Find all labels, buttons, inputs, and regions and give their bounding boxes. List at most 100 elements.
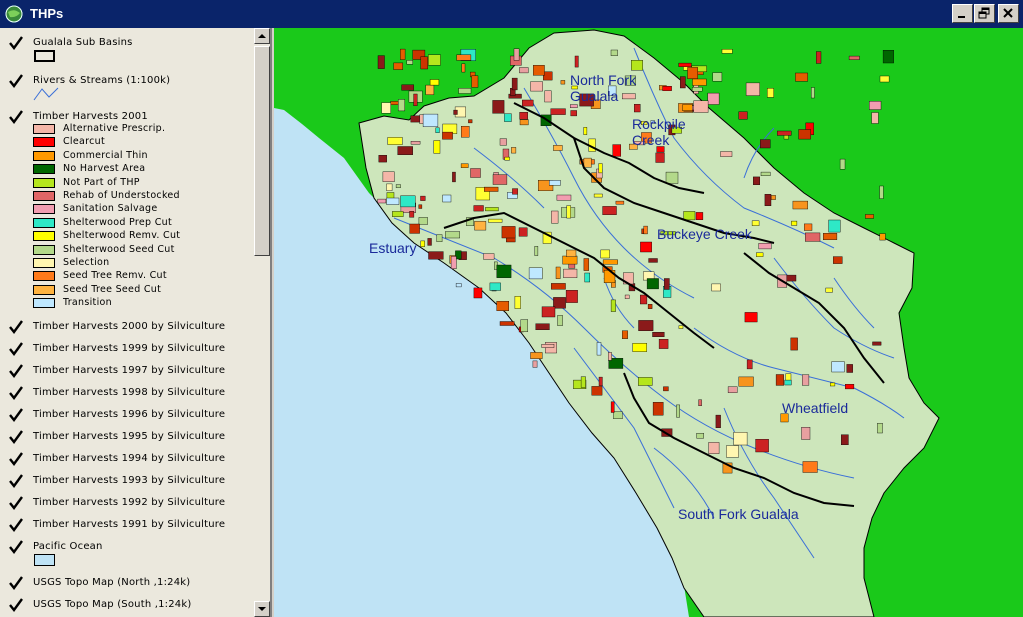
- toc-scrollbar[interactable]: [254, 28, 270, 617]
- legend-item: Clearcut: [33, 136, 253, 149]
- checkbox-checked-icon[interactable]: [8, 73, 24, 89]
- globe-app-icon: [4, 4, 24, 24]
- legend-label: Seed Tree Remv. Cut: [63, 270, 167, 282]
- checkbox-checked-icon[interactable]: [8, 319, 24, 335]
- scrollbar-thumb[interactable]: [254, 46, 270, 256]
- toc-layer-name: Timber Harvests 1997 by Silviculture: [33, 365, 226, 376]
- legend-swatch: [33, 124, 55, 134]
- stream-line-symbol: [33, 86, 59, 102]
- toc-layer[interactable]: Timber Harvests 1997 by Silviculture: [8, 362, 253, 380]
- legend-item: Shelterwood Remv. Cut: [33, 230, 253, 243]
- restore-icon: [978, 7, 990, 19]
- legend-swatch: [33, 191, 55, 201]
- toc-layer[interactable]: Timber Harvests 1993 by Silviculture: [8, 472, 253, 490]
- close-button[interactable]: [998, 4, 1019, 23]
- toc-layer[interactable]: Timber Harvests 1994 by Silviculture: [8, 450, 253, 468]
- legend-label: Rehab of Understocked: [63, 190, 180, 201]
- legend-item: No Harvest Area: [33, 163, 253, 176]
- legend-swatch: [33, 164, 55, 175]
- legend-label: Alternative Prescrip.: [63, 123, 166, 134]
- checkbox-checked-icon[interactable]: [8, 575, 24, 591]
- toc-layer-name: USGS Topo Map (North ,1:24k): [33, 577, 191, 588]
- toc-layer[interactable]: Timber Harvests 1996 by Silviculture: [8, 406, 253, 424]
- toc-layer-name: Timber Harvests 1995 by Silviculture: [33, 431, 226, 442]
- checkbox-checked-icon[interactable]: [8, 341, 24, 357]
- restore-button[interactable]: [974, 4, 995, 23]
- toc-layer[interactable]: Timber Harvests 1991 by Silviculture: [8, 516, 253, 534]
- legend-label: Commercial Thin: [63, 149, 148, 161]
- legend-swatch: [33, 137, 55, 148]
- legend-swatch: [33, 204, 55, 215]
- toc-layer-name: Timber Harvests 1994 by Silviculture: [33, 453, 226, 464]
- legend-label: Not Part of THP: [63, 176, 140, 188]
- legend-swatch: [33, 150, 55, 161]
- legend-swatch: [33, 271, 55, 282]
- toc-layer[interactable]: Timber Harvests 1992 by Silviculture: [8, 494, 253, 512]
- toc-layer-name: Timber Harvests 1996 by Silviculture: [33, 409, 226, 420]
- legend-label: Selection: [63, 257, 110, 268]
- scroll-down-button[interactable]: [254, 601, 270, 617]
- toc-layer-name: Timber Harvests 2001: [33, 111, 148, 122]
- legend-item: Not Part of THP: [33, 177, 253, 190]
- legend-swatch: [33, 284, 55, 295]
- map-view[interactable]: North Fork Gualala Rockpile Creek Buckey…: [274, 28, 1023, 617]
- toc-layer-name: USGS Topo Map (South ,1:24k): [33, 599, 192, 610]
- legend-item: Shelterwood Prep Cut: [33, 217, 253, 230]
- legend-label: No Harvest Area: [63, 163, 146, 175]
- legend-swatch: [33, 177, 55, 188]
- checkbox-checked-icon[interactable]: [8, 407, 24, 423]
- checkbox-checked-icon[interactable]: [8, 429, 24, 445]
- sub-basin-outline-symbol: [34, 50, 55, 62]
- checkbox-checked-icon[interactable]: [8, 451, 24, 467]
- toc-layer-name: Timber Harvests 2000 by Silviculture: [33, 321, 226, 332]
- toc-layer[interactable]: Timber Harvests 1998 by Silviculture: [8, 384, 253, 402]
- pacific-ocean-symbol: [34, 554, 55, 566]
- label-estuary: Estuary: [369, 240, 417, 256]
- legend-item: Shelterwood Seed Cut: [33, 244, 253, 257]
- window-title: THPs: [30, 6, 64, 21]
- legend-swatch: [33, 217, 55, 228]
- legend-item: Alternative Prescrip.: [33, 123, 253, 136]
- checkbox-checked-icon[interactable]: [8, 385, 24, 401]
- window-titlebar[interactable]: THPs: [0, 0, 1023, 28]
- checkbox-checked-icon[interactable]: [8, 363, 24, 379]
- toc-layer[interactable]: Timber Harvests 1999 by Silviculture: [8, 340, 253, 358]
- toc-layer[interactable]: Timber Harvests 2000 by Silviculture: [8, 318, 253, 336]
- checkbox-checked-icon[interactable]: [8, 495, 24, 511]
- close-icon: [1003, 8, 1013, 18]
- checkbox-checked-icon[interactable]: [8, 35, 24, 51]
- checkbox-checked-icon[interactable]: [8, 517, 24, 533]
- toc-layer[interactable]: Timber Harvests 1995 by Silviculture: [8, 428, 253, 446]
- legend-label: Clearcut: [63, 136, 106, 148]
- legend-item: Seed Tree Remv. Cut: [33, 270, 253, 283]
- checkbox-checked-icon[interactable]: [8, 597, 24, 613]
- toc-layer[interactable]: USGS Topo Map (South ,1:24k): [8, 596, 253, 614]
- minimize-button[interactable]: [952, 4, 973, 23]
- legend-swatch: [33, 298, 55, 309]
- scroll-up-button[interactable]: [254, 28, 270, 44]
- label-buckeye-creek: Buckeye Creek: [657, 226, 752, 242]
- toc-layer-name: Timber Harvests 1993 by Silviculture: [33, 475, 226, 486]
- legend-swatch: [33, 244, 55, 255]
- arrow-down-icon: [258, 607, 266, 611]
- legend-item: Selection: [33, 257, 253, 270]
- checkbox-checked-icon[interactable]: [8, 473, 24, 489]
- legend-label: Shelterwood Seed Cut: [63, 243, 175, 255]
- legend-label: Transition: [63, 297, 112, 309]
- legend-label: Seed Tree Seed Cut: [63, 283, 162, 295]
- toc-layer-name: Rivers & Streams (1:100k): [33, 75, 171, 86]
- toc-layer-name: Timber Harvests 1992 by Silviculture: [33, 497, 226, 508]
- label-north-fork-gualala: North Fork Gualala: [570, 72, 637, 104]
- legend-swatch: [33, 258, 55, 268]
- legend-item: Transition: [33, 297, 253, 310]
- legend-label: Shelterwood Remv. Cut: [63, 230, 181, 242]
- toc-layer-name: Gualala Sub Basins: [33, 37, 133, 48]
- layer-list: Gualala Sub Basins Rivers & Streams (1:10…: [0, 28, 255, 617]
- checkbox-checked-icon[interactable]: [8, 539, 24, 555]
- checkbox-checked-icon[interactable]: [8, 109, 24, 125]
- table-of-contents-panel[interactable]: Gualala Sub Basins Rivers & Streams (1:10…: [0, 28, 272, 617]
- label-wheatfield: Wheatfield: [782, 400, 849, 416]
- toc-layer[interactable]: USGS Topo Map (North ,1:24k): [8, 574, 253, 592]
- toc-layer-name: Timber Harvests 1991 by Silviculture: [33, 519, 226, 530]
- legend-item: Commercial Thin: [33, 150, 253, 163]
